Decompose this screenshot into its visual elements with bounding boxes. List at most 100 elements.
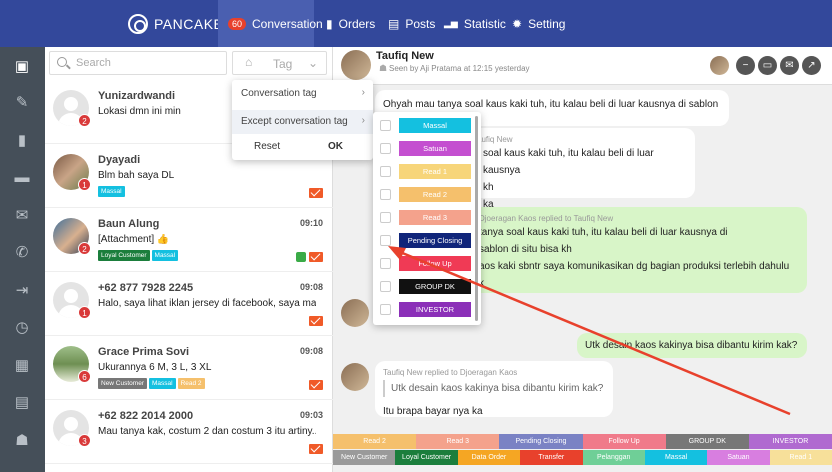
nav-orders[interactable]: ▮ Orders (326, 0, 375, 47)
envelope-icon (309, 316, 323, 326)
contact-name: Baun Alung (98, 218, 160, 230)
nav-conversation[interactable]: 60 Conversation (218, 0, 323, 47)
message-text: sablon di situ bisa kh (479, 244, 572, 255)
tag-option[interactable]: Read 1 (373, 162, 481, 184)
quick-tag-button[interactable]: GROUP DK (665, 434, 749, 449)
tag-option-label: Read 3 (399, 210, 471, 225)
calendar-icon[interactable]: ▦ (12, 357, 32, 375)
avatar[interactable] (710, 56, 729, 75)
tag-option[interactable]: INVESTOR (373, 300, 481, 322)
message-outgoing: Djoeragan Kaos replied to Taufiq New tan… (471, 207, 807, 293)
quick-tag-button[interactable]: Massal (644, 450, 708, 465)
tag-icon: ⌂ (245, 55, 253, 69)
tag-checkbox[interactable] (380, 143, 391, 154)
tag-checkbox[interactable] (380, 304, 391, 315)
reset-button[interactable]: Reset (254, 141, 280, 152)
tag-option-label: Follow Up (399, 256, 471, 271)
nav-orders-label: Orders (338, 16, 376, 31)
edit-icon[interactable]: ✎ (12, 94, 32, 112)
quick-tag-button[interactable]: Read 3 (416, 434, 500, 449)
ok-button[interactable]: OK (328, 141, 343, 152)
export-icon[interactable]: ⇥ (12, 282, 32, 300)
tag-checkbox[interactable] (380, 258, 391, 269)
tag-filter-button[interactable]: Tag ⌂ ⌄ (232, 51, 327, 75)
tag-checkbox[interactable] (380, 281, 391, 292)
tag-option-label: INVESTOR (399, 302, 471, 317)
quick-tag-button[interactable]: Follow Up (582, 434, 666, 449)
minus-icon[interactable]: − (736, 56, 755, 75)
quick-tag-button[interactable]: Loyal Customer (395, 450, 458, 465)
tag-checkbox[interactable] (380, 120, 391, 131)
quick-tag-button[interactable]: Data Order (457, 450, 521, 465)
layers-icon[interactable]: ▤ (12, 394, 32, 412)
envelope-icon[interactable]: ✉ (780, 56, 799, 75)
inbox-icon[interactable]: ▭ (758, 56, 777, 75)
unread-count: 6 (78, 370, 91, 383)
message-text: tanya soal kaus kaki tuh, itu kalau beli… (479, 227, 728, 238)
menu-item-except-conversation-tag[interactable]: Except conversation tag › (232, 110, 373, 134)
menu-item-conversation-tag[interactable]: Conversation tag › (232, 82, 373, 106)
comment-icon[interactable]: ▬ (12, 169, 32, 187)
tag-filter-label: Tag (273, 57, 293, 71)
tag-checkbox[interactable] (380, 212, 391, 223)
conversation-item[interactable]: 1 +62 877 7928 2245 09:08 Halo, saya lih… (45, 272, 333, 336)
tag-option[interactable]: GROUP DK (373, 277, 481, 299)
tag-badge: New Customer (98, 378, 147, 389)
message-outgoing: Utk desain kaos kakinya bisa dibantu kir… (577, 333, 807, 358)
tag-option-label: GROUP DK (399, 279, 471, 294)
tag-option[interactable]: Pending Closing (373, 231, 481, 253)
user-icon: ☗ (379, 63, 388, 73)
chevron-right-icon: › (361, 115, 365, 126)
quick-tag-button[interactable]: Transfer (520, 450, 583, 465)
bookmark-icon[interactable]: ▮ (12, 132, 32, 150)
quick-tag-button[interactable]: Satuan (707, 450, 770, 465)
envelope-icon[interactable]: ✉ (12, 207, 32, 225)
top-navbar: PANCAKE 60 Conversation ▮ Orders ▤ Posts… (0, 0, 832, 47)
quick-tag-button[interactable]: New Customer (333, 450, 396, 465)
tag-badge: Massal (151, 250, 179, 261)
nav-setting[interactable]: ✹ Setting (512, 0, 565, 47)
nav-setting-label: Setting (528, 16, 566, 31)
brand-logo[interactable]: PANCAKE (128, 14, 223, 34)
conversation-item[interactable]: 2 Baun Alung 09:10 [Attachment] 👍 Loyal … (45, 208, 333, 272)
quick-tag-button[interactable]: Read 1 (769, 450, 832, 465)
quick-tag-button[interactable]: Pending Closing (499, 434, 583, 449)
quick-tag-button[interactable]: Read 2 (333, 434, 417, 449)
phone-icon[interactable]: ✆ (12, 244, 32, 262)
tag-option[interactable]: Read 2 (373, 185, 481, 207)
contact-name: +62 822 2014 2000 (98, 410, 194, 422)
nav-statistic[interactable]: ▂▅ Statistic (444, 0, 506, 47)
tag-checkbox[interactable] (380, 166, 391, 177)
tag-option-label: Satuan (399, 141, 471, 156)
quick-tag-button[interactable]: INVESTOR (748, 434, 832, 449)
tag-option[interactable]: Follow Up (373, 254, 481, 276)
chat-contact-name[interactable]: Taufiq New (376, 50, 434, 62)
users-icon[interactable]: ☗ (12, 432, 32, 450)
envelope-icon (309, 444, 323, 454)
tag-checkbox[interactable] (380, 235, 391, 246)
arrow-icon[interactable]: ↗ (802, 56, 821, 75)
conversation-item[interactable]: 6 Grace Prima Sovi 09:08 Ukurannya 6 M, … (45, 336, 333, 400)
unread-count: 3 (78, 434, 91, 447)
avatar (341, 50, 371, 80)
tag-option[interactable]: Massal (373, 116, 481, 138)
chat-icon[interactable]: ▣ (12, 58, 32, 76)
unread-count: 2 (78, 114, 91, 127)
tag-checkbox[interactable] (380, 189, 391, 200)
last-message: Blm bah saya DL (98, 170, 175, 181)
search-input[interactable]: Search (49, 51, 227, 75)
quick-tag-button[interactable]: Pelanggan (582, 450, 645, 465)
brand-name: PANCAKE (154, 16, 224, 32)
message-text: Ohyah mau tanya soal kaus kaki tuh, itu … (383, 99, 719, 110)
seen-status: Seen by Aji Pratama at 12:15 yesterday (389, 64, 530, 73)
tag-option[interactable]: Read 3 (373, 208, 481, 230)
contact-name: Dyayadi (98, 154, 141, 166)
avatar (341, 363, 369, 391)
message-time: 09:08 (299, 346, 323, 356)
tag-option[interactable]: Satuan (373, 139, 481, 161)
clock-icon[interactable]: ◷ (12, 319, 32, 337)
conversation-item[interactable]: 3 +62 822 2014 2000 09:03 Mau tanya kak,… (45, 400, 333, 464)
nav-posts[interactable]: ▤ Posts (388, 0, 435, 47)
envelope-icon (309, 188, 323, 198)
message-text: k (479, 278, 484, 289)
